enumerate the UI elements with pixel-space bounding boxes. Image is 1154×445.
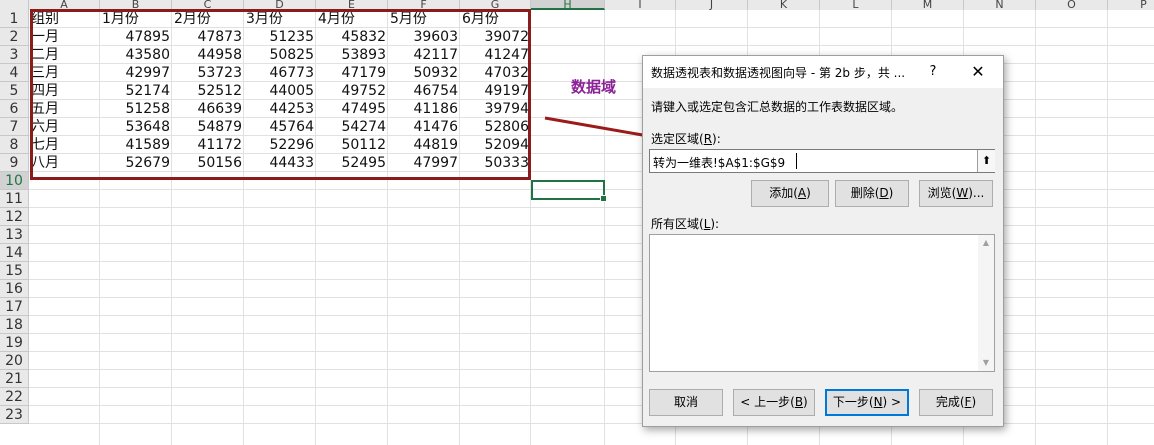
add-button[interactable]: 添加(A) [751, 180, 829, 207]
pivot-wizard-dialog: 数据透视表和数据透视图向导 - 第 2b 步，共 ... ? ✕ 请键入或选定包… [642, 55, 1004, 427]
scroll-up-icon[interactable]: ▲ [978, 235, 994, 251]
collapse-dialog-icon[interactable]: ⬆ [977, 150, 995, 172]
cancel-button[interactable]: 取消 [649, 389, 723, 416]
range-input-value: 转为一维表!$A$1:$G$9 [653, 156, 786, 170]
back-button[interactable]: < 上一步(B) [733, 389, 815, 416]
delete-button[interactable]: 删除(D) [835, 180, 909, 207]
scroll-down-icon[interactable]: ▼ [978, 355, 994, 371]
range-input[interactable]: 转为一维表!$A$1:$G$9 ⬆ [649, 149, 995, 173]
next-button[interactable]: 下一步(N) > [825, 389, 909, 416]
all-ranges-list[interactable]: ▲ ▼ [649, 234, 995, 372]
help-button[interactable]: ? [923, 62, 943, 82]
list-scrollbar[interactable]: ▲ ▼ [978, 235, 994, 371]
close-icon[interactable]: ✕ [965, 61, 991, 83]
all-ranges-label: 所有区域(L): [651, 217, 720, 231]
text-caret [796, 153, 797, 169]
range-label: 选定区域(R): [651, 132, 721, 146]
instruction-text: 请键入或选定包含汇总数据的工作表数据区域。 [651, 100, 904, 114]
browse-button[interactable]: 浏览(W)... [919, 180, 993, 207]
dialog-title: 数据透视表和数据透视图向导 - 第 2b 步，共 ... [651, 66, 906, 80]
finish-button[interactable]: 完成(F) [919, 389, 993, 416]
dialog-titlebar[interactable]: 数据透视表和数据透视图向导 - 第 2b 步，共 ... ? ✕ [643, 56, 1003, 88]
